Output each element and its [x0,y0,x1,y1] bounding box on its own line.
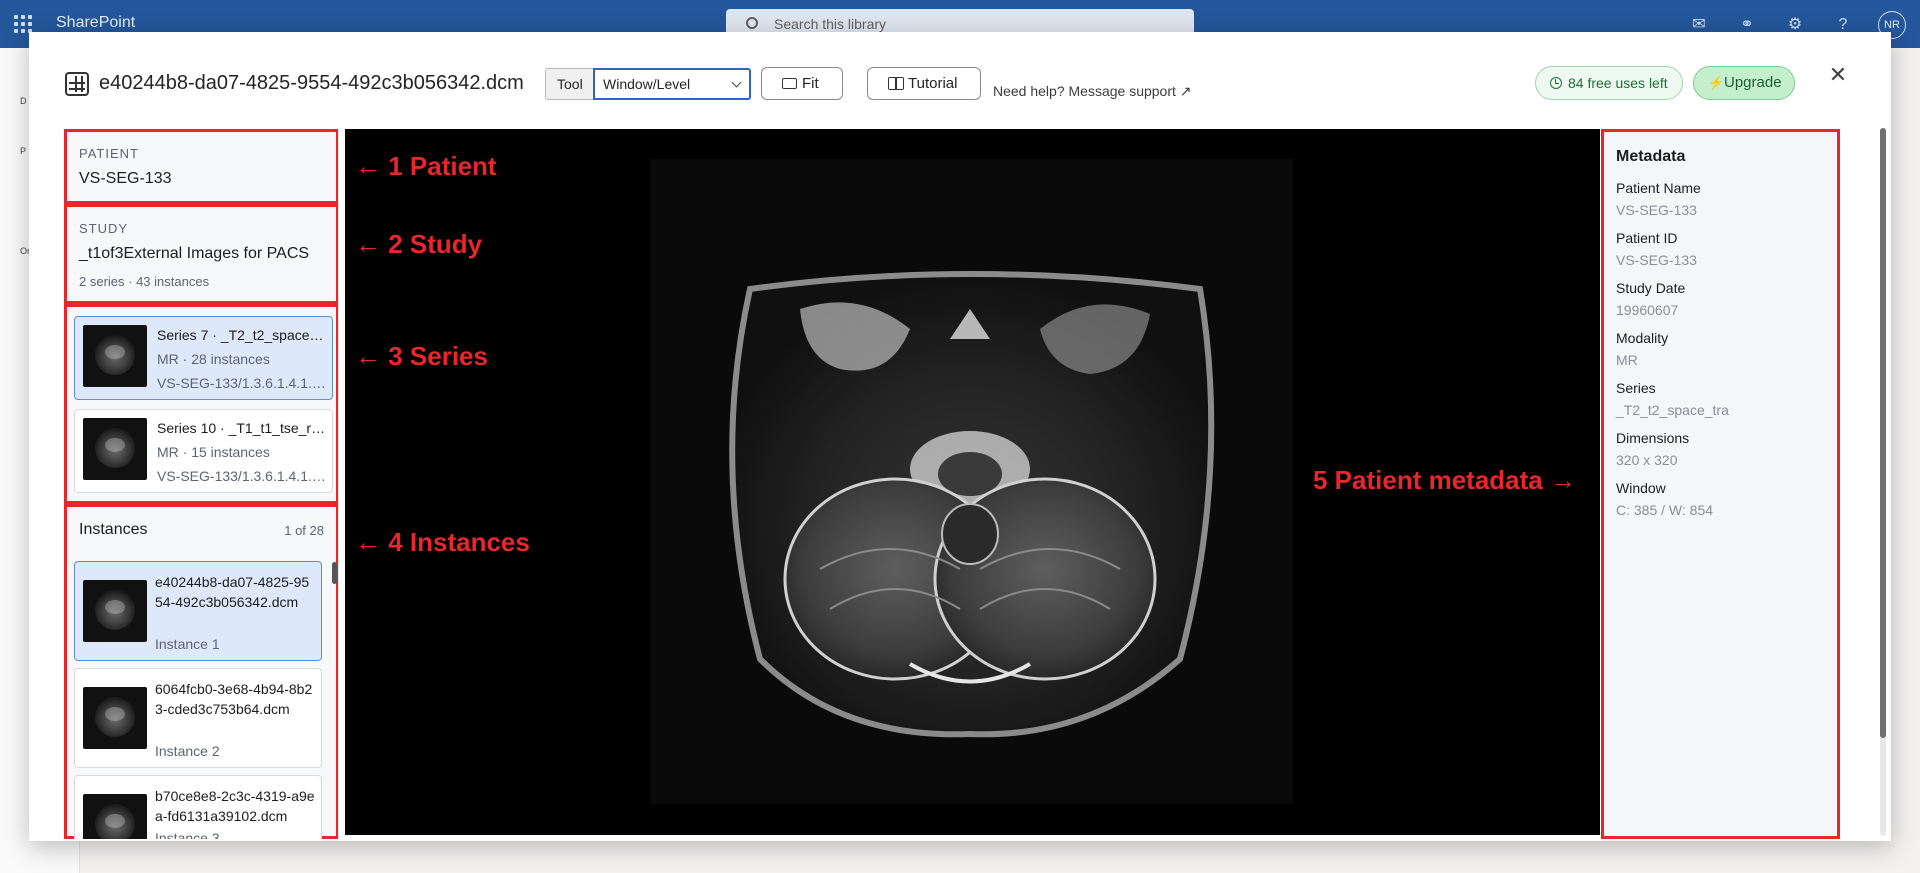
left-rail-item: D [20,96,27,106]
annotation-series: ← 3 Series [355,341,488,371]
tutorial-button-label: Tutorial [908,75,958,92]
series-thumbnail [83,325,147,387]
book-icon [888,77,904,90]
instance-thumbnail [83,794,147,839]
study-section: STUDY _t1of3External Images for PACS 2 s… [64,204,338,304]
free-uses-badge: 84 free uses left [1535,66,1683,100]
instance-label: Instance 1 [155,636,220,652]
series-uid: VS-SEG-133/1.3.6.1.4.1.1... [157,468,327,484]
annotation-instances: ← 4 Instances [355,527,530,557]
dialog-scrollbar-thumb[interactable] [1880,128,1886,738]
search-placeholder: Search this library [774,16,887,32]
instance-thumbnail [83,687,147,749]
metadata-key: Study Date [1616,280,1686,296]
metadata-value: MR [1616,352,1638,368]
instance-filename: 6064fcb0-3e68-4b94-8b23-cded3c753b64.dcm [155,681,313,717]
image-viewport[interactable]: ← 1 Patient ← 2 Study ← 3 Series ← 4 Ins… [345,129,1600,835]
instance-label: Instance 2 [155,743,220,759]
study-summary: 2 series · 43 instances [79,274,210,289]
metadata-key: Window [1616,480,1666,496]
annotation-metadata: 5 Patient metadata → [1313,465,1576,495]
metadata-key: Patient Name [1616,180,1701,196]
instance-card[interactable]: b70ce8e8-2c3c-4319-a9ea-fd6131a39102.dcm… [74,775,322,839]
instance-card[interactable]: 6064fcb0-3e68-4b94-8b23-cded3c753b64.dcm… [74,668,322,768]
tool-select-value: Window/Level [603,76,691,92]
metadata-panel: Metadata Patient Name VS-SEG-133 Patient… [1601,129,1840,839]
metadata-value: 19960607 [1616,302,1679,318]
annotation-study: ← 2 Study [355,229,483,259]
tool-label: Tool [545,68,594,100]
metadata-value: VS-SEG-133 [1616,252,1697,268]
free-uses-text: 84 free uses left [1568,75,1668,91]
series-title: Series 10 · _T1_t1_tse_r_tr... [157,420,327,436]
metadata-key: Dimensions [1616,430,1690,446]
metadata-row: Series _T2_t2_space_tra [1616,380,1826,418]
metadata-value: VS-SEG-133 [1616,202,1697,218]
metadata-row: Patient Name VS-SEG-133 [1616,180,1826,218]
metadata-row: Window C: 385 / W: 854 [1616,480,1826,518]
metadata-key: Modality [1616,330,1669,346]
dialog-scrollbar[interactable] [1880,128,1886,836]
study-title: _t1of3External Images for PACS [79,245,310,262]
instance-thumbnail [83,580,147,642]
series-thumbnail [83,418,147,480]
bolt-icon: ⚡ [1708,75,1725,90]
app-title[interactable]: SharePoint [56,14,135,32]
search-icon [746,17,758,29]
clock-icon [1550,77,1562,89]
tutorial-button[interactable]: Tutorial [867,67,981,100]
close-icon[interactable]: ✕ [1825,62,1851,88]
patient-section: PATIENT VS-SEG-133 [64,129,338,204]
metadata-title: Metadata [1616,148,1686,165]
study-navigator: PATIENT VS-SEG-133 STUDY _t1of3External … [64,129,339,839]
metadata-row: Dimensions 320 x 320 [1616,430,1826,468]
series-card[interactable]: Series 10 · _T1_t1_tse_r_tr... MR · 15 i… [74,409,333,493]
metadata-row: Patient ID VS-SEG-133 [1616,230,1826,268]
patient-id: VS-SEG-133 [79,170,172,187]
waffle-icon[interactable] [14,15,32,33]
mri-image[interactable] [650,159,1293,804]
viewer-toolbar: e40244b8-da07-4825-9554-492c3b056342.dcm… [29,32,1891,127]
metadata-key: Series [1616,380,1656,396]
series-title: Series 7 · _T2_t2_space_tra [157,327,327,343]
instance-label: Instance 3 [155,830,220,839]
instance-filename: e40244b8-da07-4825-9554-492c3b056342.dcm [155,574,310,610]
file-name-title: e40244b8-da07-4825-9554-492c3b056342.dcm [99,72,524,94]
upgrade-button[interactable]: ⚡ Upgrade [1693,66,1795,100]
metadata-row: Study Date 19960607 [1616,280,1826,318]
series-section: Series 7 · _T2_t2_space_tra MR · 28 inst… [64,304,338,504]
fit-icon [782,78,797,89]
dicom-file-icon [65,72,89,96]
metadata-value: C: 385 / W: 854 [1616,502,1714,518]
metadata-value: 320 x 320 [1616,452,1678,468]
instances-scrollbar[interactable] [332,562,337,584]
instances-section: Instances 1 of 28 e40244b8-da07-4825-955… [64,504,338,839]
instance-card[interactable]: e40244b8-da07-4825-9554-492c3b056342.dcm… [74,561,322,661]
patient-caption: PATIENT [79,146,139,161]
upgrade-button-label: Upgrade [1724,74,1782,91]
study-caption: STUDY [79,221,129,236]
series-uid: VS-SEG-133/1.3.6.1.4.1.1... [157,375,327,391]
series-card[interactable]: Series 7 · _T2_t2_space_tra MR · 28 inst… [74,316,333,400]
instances-count: 1 of 28 [284,523,324,538]
metadata-row: Modality MR [1616,330,1826,368]
series-detail: MR · 15 instances [157,444,270,460]
fit-button-label: Fit [802,75,819,92]
left-rail-item: P [20,146,27,156]
metadata-key: Patient ID [1616,230,1678,246]
annotation-patient: ← 1 Patient [355,151,497,181]
metadata-value: _T2_t2_space_tra [1616,402,1729,418]
series-detail: MR · 28 instances [157,351,270,367]
fit-button[interactable]: Fit [761,67,843,100]
instances-heading: Instances [79,521,148,538]
mri-scan-drawing [729,271,1215,738]
tool-select[interactable]: Window/Level [593,68,751,100]
dicom-viewer-dialog: e40244b8-da07-4825-9554-492c3b056342.dcm… [29,32,1891,841]
instance-filename: b70ce8e8-2c3c-4319-a9ea-fd6131a39102.dcm [155,788,315,824]
support-link[interactable]: Need help? Message support ↗ [993,83,1192,100]
chevron-down-icon [731,77,742,88]
